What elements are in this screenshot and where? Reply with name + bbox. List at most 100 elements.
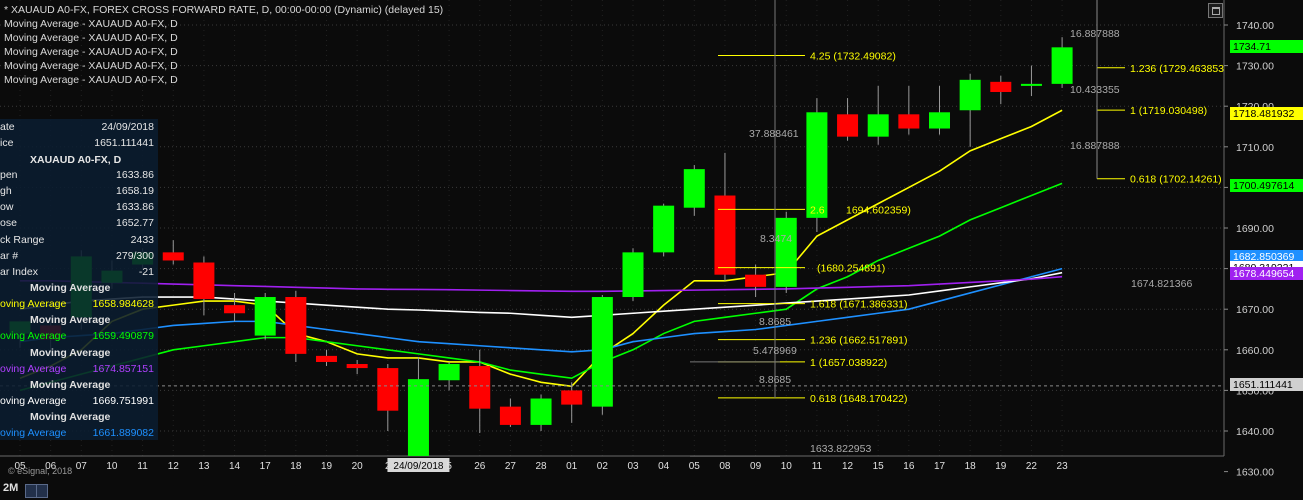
x-tick-label: 15 bbox=[873, 461, 885, 472]
candle-body bbox=[929, 112, 950, 129]
x-tick-label: 12 bbox=[842, 461, 854, 472]
candle-body bbox=[990, 81, 1012, 92]
x-tick-label: 18 bbox=[290, 461, 302, 472]
x-tick-label: 19 bbox=[321, 461, 333, 472]
candle-body bbox=[837, 114, 859, 137]
y-tick-label: 1710.00 bbox=[1236, 142, 1274, 154]
x-tick-label: 17 bbox=[934, 461, 946, 472]
y-tick-label: 1740.00 bbox=[1236, 20, 1274, 32]
candle-body bbox=[683, 169, 705, 208]
measure-label: 37.888461 bbox=[749, 128, 799, 140]
y-tick-label: 1660.00 bbox=[1236, 345, 1274, 357]
fib-label: 1.236 (1662.517891) bbox=[810, 335, 908, 347]
candle-body bbox=[346, 364, 368, 369]
x-tick-label: 13 bbox=[198, 461, 210, 472]
study-label[interactable]: Moving Average - XAUAUD A0-FX, D bbox=[4, 31, 443, 45]
panel-row-high: gh 1658.19 bbox=[0, 185, 154, 197]
fib-label: 1.618 (1671.386331) bbox=[810, 299, 908, 311]
measure-label: 1674.821366 bbox=[1131, 278, 1192, 290]
fib-label: 1 (1719.030498) bbox=[1130, 105, 1207, 117]
y-tick-label: 1670.00 bbox=[1236, 304, 1274, 316]
chart-header: * XAUAUD A0-FX, FOREX CROSS FORWARD RATE… bbox=[4, 3, 443, 87]
x-tick-label: 09 bbox=[750, 461, 762, 472]
fib-label: 2.6 bbox=[810, 204, 825, 216]
measure-label: 8.8685 bbox=[759, 374, 791, 386]
panel-row-low: ow 1633.86 bbox=[0, 201, 154, 213]
cursor-window: ate 24/09/2018 ice 1651.111441 XAUAUD A0-F… bbox=[0, 119, 158, 440]
y-tick-label: 1640.00 bbox=[1236, 426, 1274, 438]
x-tick-label: 05 bbox=[689, 461, 701, 472]
x-axis-band bbox=[0, 457, 1303, 500]
x-tick-label: 19 bbox=[995, 461, 1007, 472]
candle-body bbox=[775, 217, 797, 287]
panel-row-tick-range: ck Range 2433 bbox=[0, 234, 154, 246]
x-tick-label: 18 bbox=[965, 461, 977, 472]
x-tick-label: 28 bbox=[535, 461, 547, 472]
candle-body bbox=[1020, 83, 1042, 86]
panel-row-price: ice 1651.111441 bbox=[0, 137, 154, 149]
study-label[interactable]: Moving Average - XAUAUD A0-FX, D bbox=[4, 59, 443, 73]
ma-row: oving Average 1661.889082 bbox=[0, 427, 154, 439]
candle-body bbox=[622, 252, 644, 298]
timeframe-label[interactable]: 2M bbox=[3, 482, 18, 494]
price-badge-label: 1678.449654 bbox=[1233, 268, 1294, 280]
candle-body bbox=[714, 195, 736, 275]
candle-body bbox=[561, 390, 583, 405]
panel-symbol: XAUAUD A0-FX, D bbox=[30, 154, 122, 166]
x-tick-label: 11 bbox=[137, 461, 148, 472]
candle-body bbox=[1051, 47, 1073, 84]
panel-row-open: pen 1633.86 bbox=[0, 169, 154, 181]
candle-body bbox=[530, 398, 552, 425]
candle-body bbox=[469, 366, 491, 409]
x-tick-label: 07 bbox=[76, 461, 88, 472]
candle-body bbox=[193, 262, 215, 300]
maximize-icon[interactable] bbox=[1208, 3, 1223, 18]
x-tick-label: 11 bbox=[812, 461, 823, 472]
candle-body bbox=[254, 297, 276, 336]
candle-body bbox=[591, 297, 613, 407]
measure-label: 16.887888 bbox=[1070, 28, 1120, 40]
candle-body bbox=[806, 112, 828, 218]
price-badge-label: 1718.481932 bbox=[1233, 108, 1294, 120]
study-label[interactable]: Moving Average - XAUAUD A0-FX, D bbox=[4, 45, 443, 59]
candle-body bbox=[959, 79, 981, 111]
candle-body bbox=[898, 114, 920, 129]
panel-row-date: ate 24/09/2018 bbox=[0, 121, 154, 133]
study-label[interactable]: Moving Average - XAUAUD A0-FX, D bbox=[4, 17, 443, 31]
fib-label: (1680.254891) bbox=[817, 263, 885, 275]
ma-head: Moving Average bbox=[30, 314, 111, 326]
ma-head: Moving Average bbox=[30, 379, 111, 391]
ma-head: Moving Average bbox=[30, 347, 111, 359]
price-badge-label: 1734.71 bbox=[1233, 41, 1271, 53]
x-tick-label: 12 bbox=[168, 461, 180, 472]
x-tick-label: 23 bbox=[1057, 461, 1069, 472]
y-tick-label: 1730.00 bbox=[1236, 61, 1274, 73]
candle-body bbox=[377, 368, 399, 411]
panel-row-close: ose 1652.77 bbox=[0, 217, 154, 229]
y-tick-label: 1630.00 bbox=[1236, 467, 1274, 479]
price-badge-label: 1651.111441 bbox=[1233, 379, 1293, 391]
x-tick-label: 20 bbox=[352, 461, 364, 472]
x-tick-label: 04 bbox=[658, 461, 670, 472]
fib-label: 1.236 (1729.463853 bbox=[1130, 63, 1224, 75]
measure-label: 8.8685 bbox=[759, 316, 791, 328]
ma-row: oving Average 1674.857151 bbox=[0, 363, 154, 375]
fib-label: 0.618 (1702.14261) bbox=[1130, 174, 1222, 186]
ma-head: Moving Average bbox=[30, 411, 111, 423]
candle-body bbox=[867, 114, 889, 137]
candle-body bbox=[285, 297, 307, 354]
measure-label: 1633.822953 bbox=[810, 443, 871, 455]
panel-row-bar: ar #279/300 bbox=[0, 250, 154, 262]
x-tick-label: 08 bbox=[719, 461, 731, 472]
moving-average-line bbox=[20, 275, 1063, 293]
study-label[interactable]: Moving Average - XAUAUD A0-FX, D bbox=[4, 73, 443, 87]
candle-body bbox=[438, 364, 460, 381]
ma-row: oving Average 1659.490879 bbox=[0, 330, 154, 342]
candle-body bbox=[653, 205, 675, 253]
x-tick-label: 24/09/2018 bbox=[393, 461, 443, 472]
ma-row: oving Average 1658.984628 bbox=[0, 298, 154, 310]
fib-label: 4.25 (1732.49082) bbox=[810, 50, 896, 62]
candle-body bbox=[745, 274, 767, 287]
x-tick-label: 22 bbox=[1026, 461, 1038, 472]
scroll-right-icon[interactable] bbox=[36, 484, 48, 498]
